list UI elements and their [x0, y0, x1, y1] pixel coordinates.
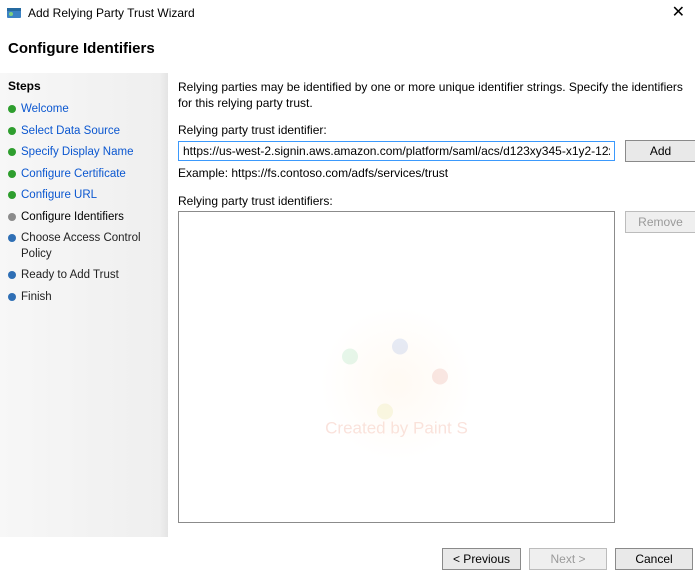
steps-sidebar: Steps Welcome Select Data Source Specify… [0, 73, 168, 537]
identifier-example-text: Example: https://fs.contoso.com/adfs/ser… [178, 166, 695, 180]
page-header: Configure Identifiers [0, 26, 699, 67]
step-label: Select Data Source [21, 124, 120, 140]
step-configure-url[interactable]: Configure URL [0, 185, 168, 207]
main-panel: Relying parties may be identified by one… [168, 73, 699, 537]
step-label: Configure URL [21, 188, 97, 204]
instruction-text: Relying parties may be identified by one… [178, 79, 695, 111]
step-ready-to-add-trust: Ready to Add Trust [0, 265, 168, 287]
identifier-input-label: Relying party trust identifier: [178, 123, 695, 137]
remove-button: Remove [625, 211, 695, 233]
step-choose-access-control-policy: Choose Access Control Policy [0, 228, 168, 265]
cancel-button[interactable]: Cancel [615, 548, 693, 570]
step-future-icon [8, 271, 16, 279]
step-future-icon [8, 293, 16, 301]
step-configure-certificate[interactable]: Configure Certificate [0, 164, 168, 186]
step-label: Configure Identifiers [21, 210, 124, 226]
wizard-footer: < Previous Next > Cancel [442, 548, 693, 570]
page-title: Configure Identifiers [8, 40, 691, 57]
step-done-icon [8, 148, 16, 156]
step-label: Finish [21, 290, 52, 306]
close-icon[interactable]: ✕ [666, 5, 691, 21]
step-configure-identifiers: Configure Identifiers [0, 207, 168, 229]
step-finish: Finish [0, 287, 168, 309]
identifier-listbox[interactable]: Created by Paint S [178, 211, 615, 523]
add-button[interactable]: Add [625, 140, 695, 162]
app-icon [6, 5, 22, 21]
step-done-icon [8, 127, 16, 135]
next-button: Next > [529, 548, 607, 570]
step-done-icon [8, 191, 16, 199]
step-select-data-source[interactable]: Select Data Source [0, 121, 168, 143]
identifier-list-label: Relying party trust identifiers: [178, 194, 695, 208]
step-done-icon [8, 105, 16, 113]
identifier-input[interactable] [178, 141, 615, 161]
step-label: Choose Access Control Policy [21, 231, 160, 262]
titlebar: Add Relying Party Trust Wizard ✕ [0, 0, 699, 26]
window-title: Add Relying Party Trust Wizard [28, 6, 195, 20]
step-label: Welcome [21, 102, 69, 118]
step-current-icon [8, 213, 16, 221]
watermark: Created by Paint S [322, 309, 472, 439]
step-future-icon [8, 234, 16, 242]
step-done-icon [8, 170, 16, 178]
step-label: Ready to Add Trust [21, 268, 119, 284]
step-specify-display-name[interactable]: Specify Display Name [0, 142, 168, 164]
step-label: Configure Certificate [21, 167, 126, 183]
previous-button[interactable]: < Previous [442, 548, 521, 570]
watermark-text: Created by Paint S [322, 419, 472, 439]
step-label: Specify Display Name [21, 145, 133, 161]
step-welcome[interactable]: Welcome [0, 99, 168, 121]
steps-heading: Steps [0, 77, 168, 99]
